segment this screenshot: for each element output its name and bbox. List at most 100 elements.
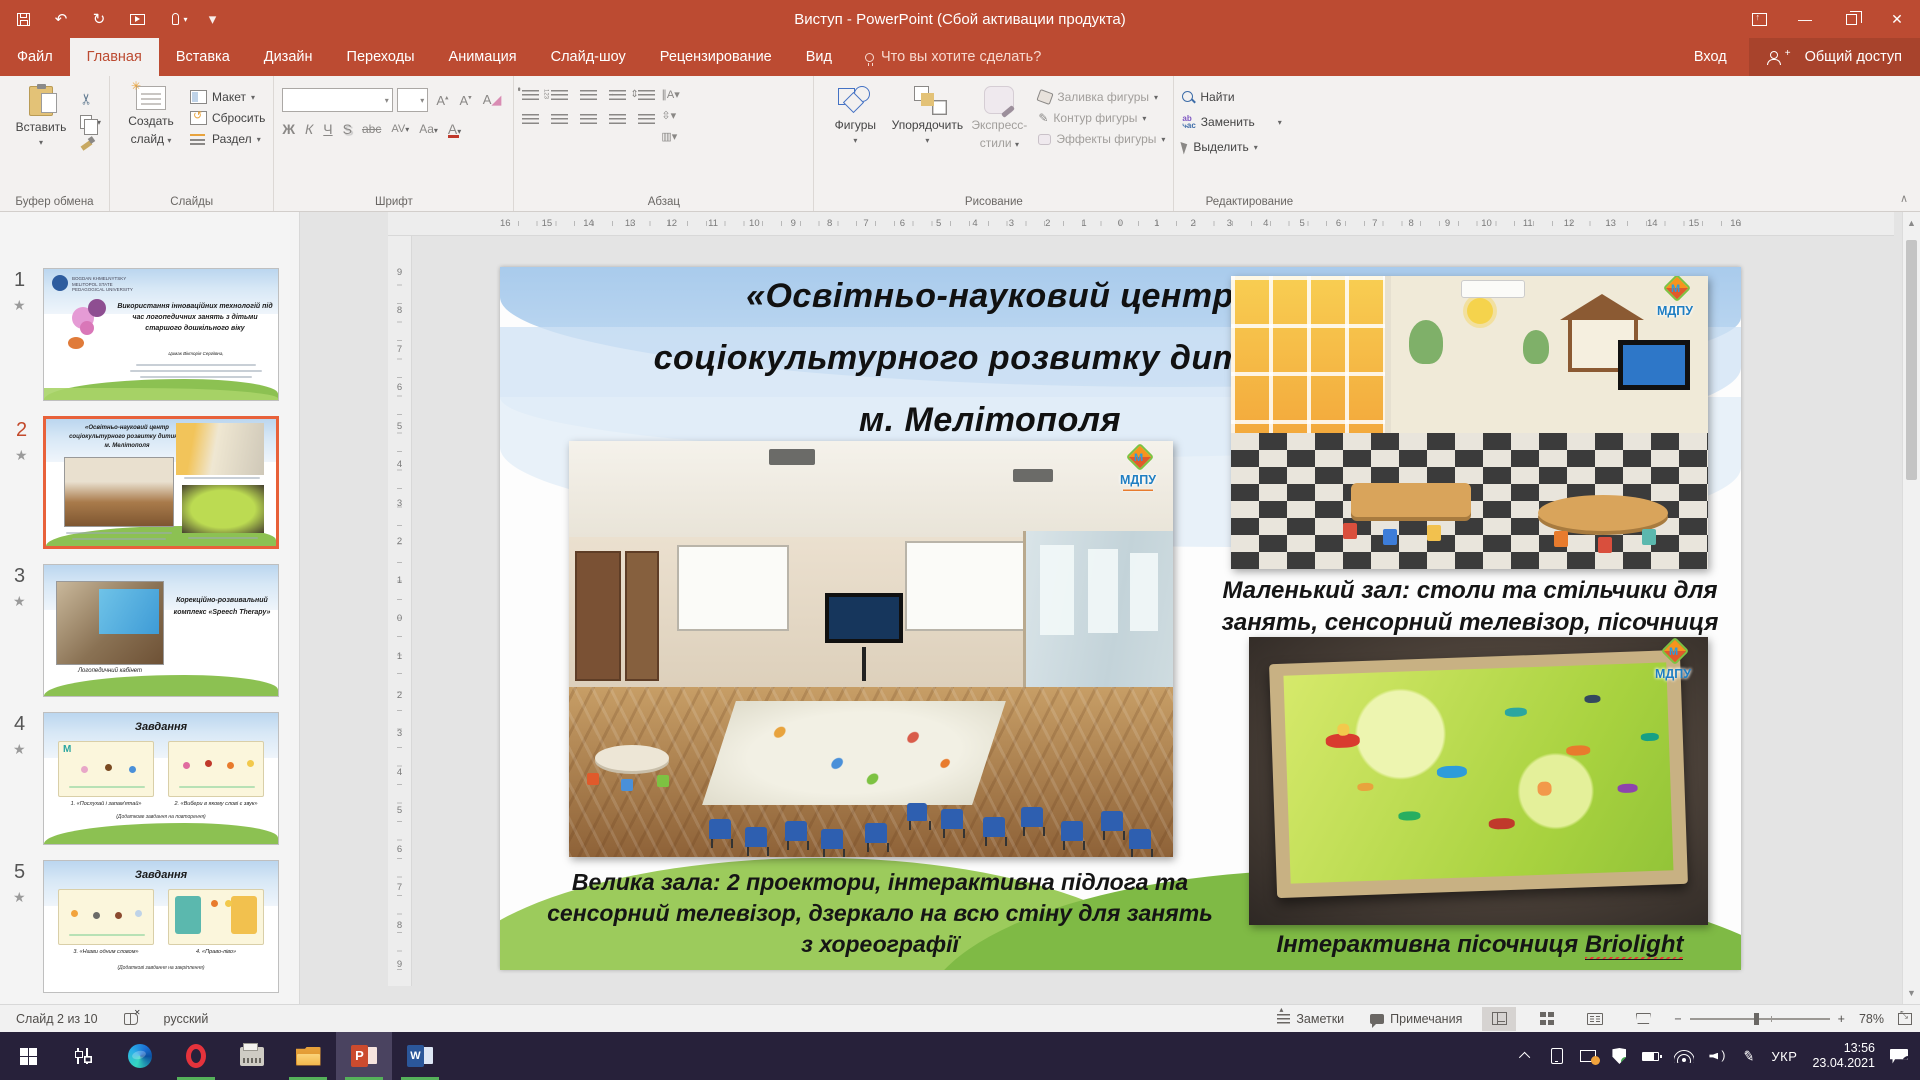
sign-in-button[interactable]: Вход: [1672, 38, 1749, 76]
scroll-down-icon[interactable]: ▼: [1903, 988, 1920, 998]
clear-format-button[interactable]: А◢: [479, 90, 506, 110]
font-name-combo[interactable]: ▾: [282, 88, 392, 112]
shrink-font-button[interactable]: А▾: [456, 91, 476, 110]
italic-button[interactable]: К: [305, 121, 313, 137]
action-center-button[interactable]: 2: [1890, 1032, 1908, 1080]
ribbon-display-options-icon[interactable]: [1736, 0, 1782, 38]
replace-button[interactable]: ab⤷acЗаменить▾: [1182, 115, 1281, 129]
tab-file[interactable]: Файл: [0, 38, 70, 76]
tab-slideshow[interactable]: Слайд-шоу: [534, 38, 643, 76]
tray-expand-button[interactable]: [1518, 1032, 1534, 1080]
file-explorer-button[interactable]: [280, 1032, 336, 1080]
start-slideshow-icon[interactable]: [128, 10, 146, 28]
text-direction-button[interactable]: ∥A▾: [661, 88, 679, 101]
start-button[interactable]: [0, 1032, 56, 1080]
tab-design[interactable]: Дизайн: [247, 38, 330, 76]
align-right-button[interactable]: [580, 114, 597, 126]
select-button[interactable]: Выделить▾: [1182, 140, 1281, 154]
line-spacing-button[interactable]: [638, 90, 655, 102]
tab-home[interactable]: Главная: [70, 38, 159, 76]
zoom-out-button[interactable]: −: [1674, 1012, 1681, 1026]
tray-defender-button[interactable]: [1611, 1032, 1627, 1080]
section-button[interactable]: Раздел▾: [190, 132, 265, 146]
change-case-button[interactable]: Aa▾: [419, 122, 438, 136]
bullets-button[interactable]: [522, 90, 539, 102]
text-shadow-button[interactable]: S: [343, 121, 352, 137]
shapes-button[interactable]: Фигуры ▾: [822, 82, 888, 189]
tray-device-button[interactable]: [1549, 1032, 1565, 1080]
tray-wifi-button[interactable]: [1674, 1032, 1694, 1080]
strikethrough-button[interactable]: abc: [362, 122, 381, 136]
zoom-in-button[interactable]: +: [1838, 1012, 1845, 1026]
align-center-button[interactable]: [551, 114, 568, 126]
slide-counter[interactable]: Слайд 2 из 10: [16, 1012, 98, 1026]
horizontal-ruler[interactable]: 1615141312111098765432101234567891011121…: [388, 212, 1894, 236]
thumbnail-slide-2-current[interactable]: 2 ★ «Освітньо-науковий центрсоціокультур…: [43, 416, 279, 549]
justify-button[interactable]: [609, 114, 626, 126]
columns-button[interactable]: [638, 114, 655, 126]
slide-scrollbar[interactable]: ▲ ▼: [1902, 212, 1920, 1004]
scrollbar-thumb[interactable]: [1906, 240, 1917, 480]
slide-canvas[interactable]: «Освітньо-науковий центр соціокультурног…: [500, 267, 1741, 970]
zoom-slider[interactable]: [1690, 1018, 1830, 1020]
scroll-up-icon[interactable]: ▲: [1903, 218, 1920, 228]
fax-scan-button[interactable]: [224, 1032, 280, 1080]
redo-icon[interactable]: ↻: [90, 10, 108, 28]
tray-volume-button[interactable]: [1709, 1032, 1725, 1080]
tab-insert[interactable]: Вставка: [159, 38, 247, 76]
collapse-ribbon-icon[interactable]: ∧: [1900, 192, 1908, 205]
vertical-ruler[interactable]: 9876543210123456789: [388, 236, 412, 986]
caption-sandbox[interactable]: Інтерактивна пісочниця Briolight: [1260, 929, 1700, 961]
font-color-button[interactable]: А▾: [448, 121, 461, 137]
opera-button[interactable]: [168, 1032, 224, 1080]
copy-button[interactable]: ▾: [80, 115, 101, 129]
fit-to-window-icon[interactable]: [1898, 1013, 1912, 1025]
share-button[interactable]: + Общий доступ: [1749, 38, 1920, 76]
shape-fill-button[interactable]: Заливка фигуры▾: [1038, 90, 1165, 104]
keyboard-language-button[interactable]: УКР: [1771, 1032, 1797, 1080]
caption-small-hall[interactable]: Маленький зал: столи та стільчики для за…: [1220, 575, 1720, 640]
underline-button[interactable]: Ч: [323, 121, 332, 137]
clock[interactable]: 13:56 23.04.2021: [1812, 1041, 1875, 1071]
close-icon[interactable]: ✕: [1874, 0, 1920, 38]
layout-button[interactable]: Макет▾: [190, 90, 265, 104]
view-reading-button[interactable]: [1578, 1007, 1612, 1031]
undo-icon[interactable]: ↶: [52, 10, 70, 28]
grow-font-button[interactable]: А▴: [432, 91, 452, 110]
font-size-combo[interactable]: ▾: [397, 88, 429, 112]
tray-display-button[interactable]: [1580, 1032, 1596, 1080]
tray-pen-button[interactable]: ✎: [1740, 1032, 1756, 1080]
language-indicator[interactable]: русский: [164, 1012, 209, 1026]
photo-big-hall[interactable]: МДПУ ▬▬▬▬▬▬: [569, 441, 1173, 857]
tab-review[interactable]: Рецензирование: [643, 38, 789, 76]
reset-button[interactable]: Сбросить: [190, 111, 265, 125]
numbering-button[interactable]: [551, 90, 568, 102]
tab-view[interactable]: Вид: [789, 38, 849, 76]
save-icon[interactable]: [14, 10, 32, 28]
format-painter-button[interactable]: [80, 136, 101, 150]
touch-mode-icon[interactable]: [166, 10, 184, 28]
minimize-icon[interactable]: —: [1782, 0, 1828, 38]
bold-button[interactable]: Ж: [282, 121, 295, 137]
word-button[interactable]: [392, 1032, 448, 1080]
view-normal-button[interactable]: [1482, 1007, 1516, 1031]
caption-big-hall[interactable]: Велика зала: 2 проектори, інтерактивна п…: [540, 867, 1220, 960]
thumbnail-slide-3[interactable]: 3 ★ Корекційно-розвивальний комплекс «Sp…: [43, 564, 279, 697]
task-view-button[interactable]: [56, 1032, 112, 1080]
restore-icon[interactable]: [1828, 0, 1874, 38]
paste-button[interactable]: Вставить ▾: [8, 82, 74, 189]
align-text-button[interactable]: ⇳▾: [661, 109, 679, 122]
notes-button[interactable]: Заметки: [1271, 1012, 1350, 1026]
increase-indent-button[interactable]: [609, 90, 626, 102]
photo-sandbox[interactable]: МДПУ: [1249, 637, 1708, 925]
align-left-button[interactable]: [522, 114, 539, 126]
spellcheck-icon[interactable]: [124, 1013, 138, 1025]
arrange-button[interactable]: Упорядочить ▾: [894, 82, 960, 189]
edge-button[interactable]: [112, 1032, 168, 1080]
convert-smartart-button[interactable]: ▥▾: [661, 130, 679, 143]
new-slide-button[interactable]: Создать слайд ▾: [118, 82, 184, 189]
comments-button[interactable]: Примечания: [1364, 1012, 1468, 1026]
customize-qat-icon[interactable]: ▾: [204, 10, 222, 28]
tray-battery-button[interactable]: [1642, 1032, 1659, 1080]
photo-small-hall[interactable]: МДПУ: [1231, 276, 1708, 569]
